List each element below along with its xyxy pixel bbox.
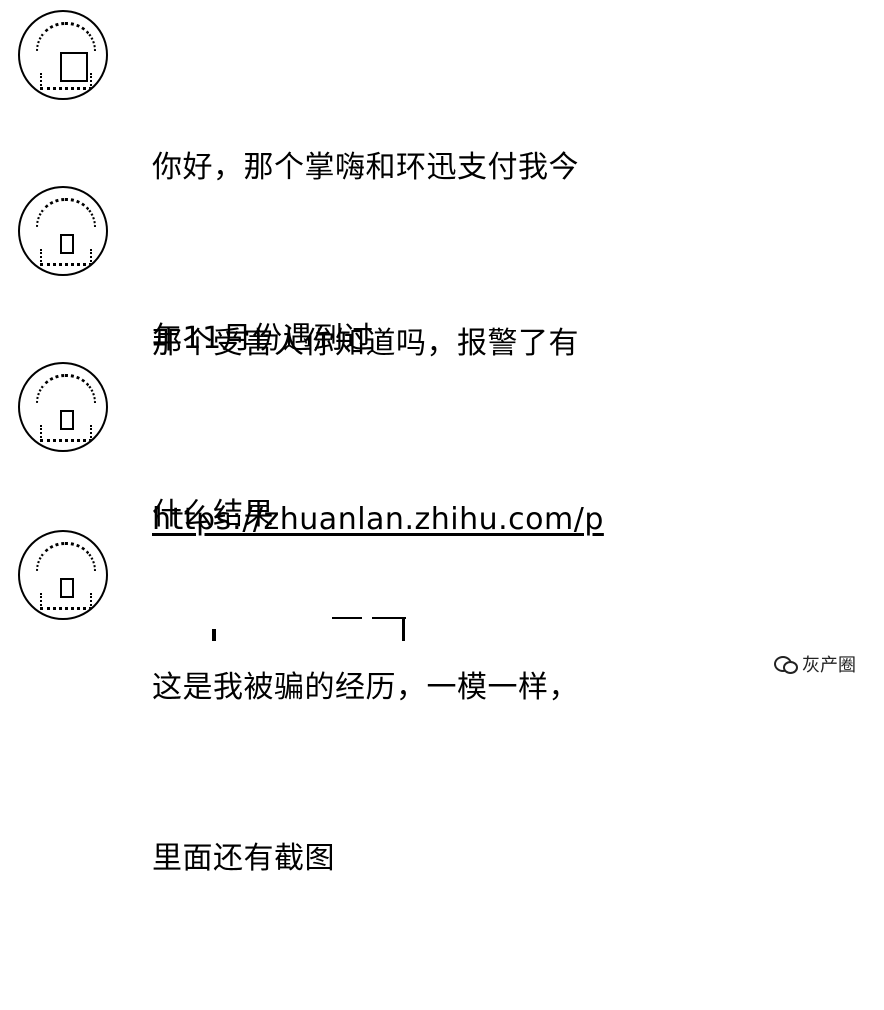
message-line: 那个受害人你知道吗，报警了有: [152, 326, 579, 361]
wechat-icon: [774, 654, 798, 674]
avatar-glyph: [60, 234, 74, 254]
message-line: 里面还有截图: [152, 841, 335, 876]
watermark-text: 灰产圈: [802, 655, 856, 676]
avatar-glyph: [60, 52, 88, 82]
user-avatar-icon[interactable]: [18, 186, 108, 276]
message-line: 这是我被骗的经历，一模一样，: [152, 670, 579, 705]
watermark: 灰产圈: [774, 651, 856, 677]
avatar-glyph: [60, 410, 74, 430]
chat-transcript: 你好，那个掌嗨和环迅支付我今 年11月份遇到过 那个受害人你知道吗，报警了有 什…: [0, 0, 884, 876]
user-avatar-icon[interactable]: [18, 530, 108, 620]
message-link[interactable]: https://zhuanlan.zhihu.com/p: [152, 502, 604, 537]
avatar-glyph: [60, 578, 74, 598]
user-avatar-icon[interactable]: [18, 362, 108, 452]
message-line: 你好，那个掌嗨和环迅支付我今: [152, 150, 579, 185]
message-text: 这是我被骗的经历，一模一样， 里面还有截图: [152, 545, 652, 1001]
user-avatar-icon[interactable]: [18, 10, 108, 100]
